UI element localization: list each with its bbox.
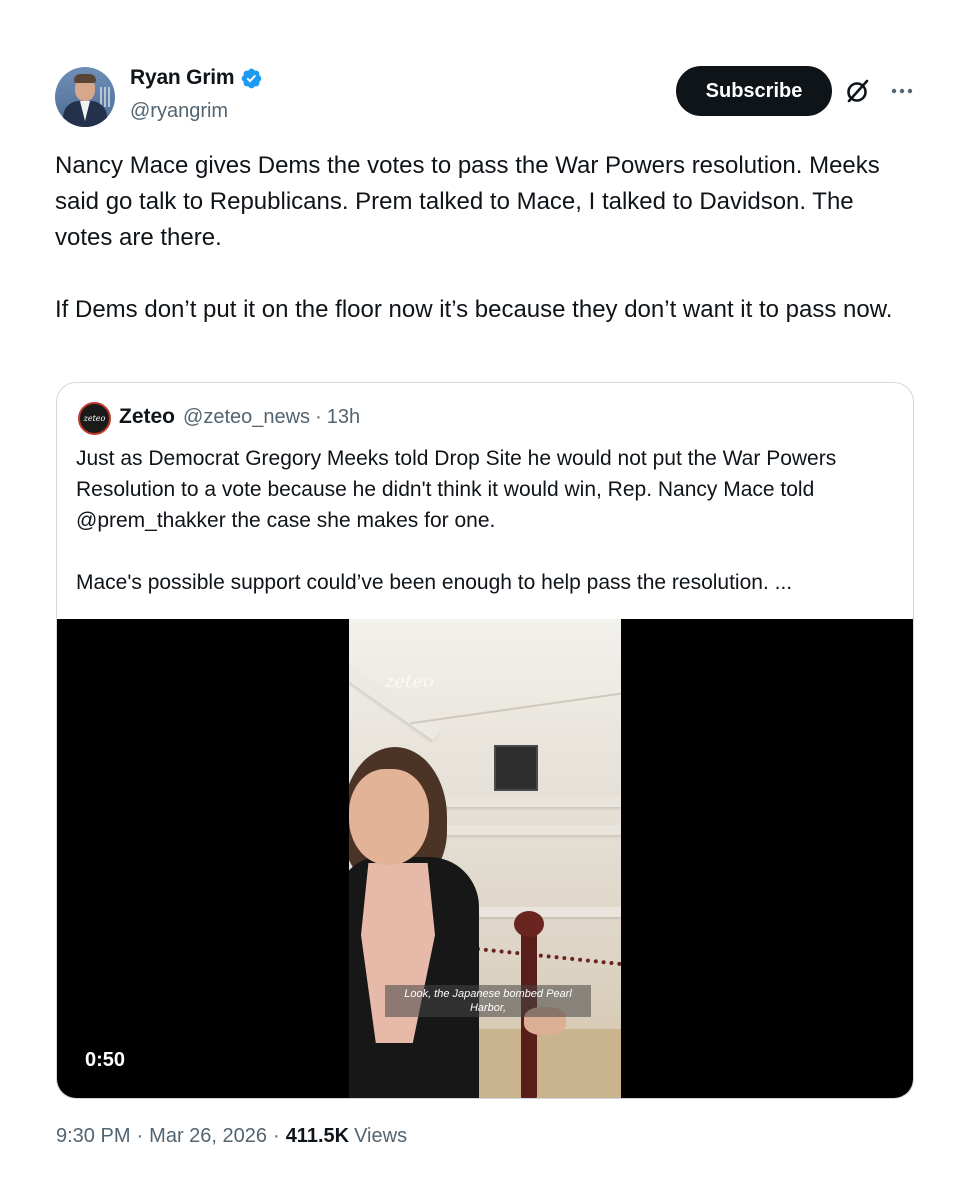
grok-icon[interactable] — [844, 77, 872, 105]
author-display-name[interactable]: Ryan Grim — [130, 66, 235, 90]
more-horizontal-icon[interactable] — [888, 77, 916, 105]
author-name-line: Ryan Grim — [130, 66, 263, 90]
author-handle[interactable]: @ryangrim — [130, 100, 228, 123]
meta-separator: · — [136, 1125, 144, 1147]
video-player[interactable]: zeteo Look, the Japanese bombed Pearl Ha… — [57, 619, 913, 1098]
quoted-timestamp[interactable]: 13h — [327, 406, 360, 429]
quoted-author-avatar[interactable]: zeteo — [78, 402, 111, 435]
avatar-background — [100, 87, 112, 107]
quoted-author-handle[interactable]: @zeteo_news — [183, 406, 310, 429]
views-count[interactable]: 411.5K — [286, 1125, 349, 1148]
tweet-text: Nancy Mace gives Dems the votes to pass … — [55, 152, 893, 323]
video-duration: 0:50 — [85, 1049, 126, 1071]
meta-separator: · — [273, 1125, 280, 1147]
wall-band — [429, 825, 621, 835]
verified-badge-icon — [242, 68, 262, 88]
views-label: Views — [354, 1125, 408, 1147]
ceiling-line — [409, 691, 621, 725]
person-face — [349, 769, 429, 865]
tweet-metadata: 9:30 PM · Mar 26, 2026 · 411.5K Views — [56, 1125, 407, 1148]
stanchion-rope — [458, 945, 621, 983]
wall-vent — [494, 745, 538, 791]
quoted-text: Just as Democrat Gregory Meeks told Drop… — [76, 447, 837, 594]
subscribe-button[interactable]: Subscribe — [676, 66, 832, 116]
quoted-avatar-logo-text: zeteo — [83, 414, 106, 423]
quoted-header: Zeteo @zeteo_news · 13h — [119, 405, 360, 429]
quoted-tweet[interactable]: zeteo Zeteo @zeteo_news · 13h Just as De… — [56, 382, 914, 1099]
video-watermark: zeteo — [385, 671, 434, 692]
avatar-hair — [74, 74, 96, 83]
quoted-separator: · — [315, 406, 322, 428]
wall-band — [429, 797, 621, 807]
stanchion-finial — [514, 911, 544, 937]
tweet: Ryan Grim @ryangrim Subscribe Nancy Mace… — [0, 0, 960, 1200]
video-frame: zeteo Look, the Japanese bombed Pearl Ha… — [349, 619, 621, 1098]
video-caption: Look, the Japanese bombed Pearl Harbor, — [385, 985, 591, 1017]
author-avatar[interactable] — [55, 67, 115, 127]
tweet-time[interactable]: 9:30 PM — [56, 1125, 130, 1148]
tweet-date[interactable]: Mar 26, 2026 — [149, 1125, 267, 1148]
quoted-author-name[interactable]: Zeteo — [119, 405, 175, 429]
